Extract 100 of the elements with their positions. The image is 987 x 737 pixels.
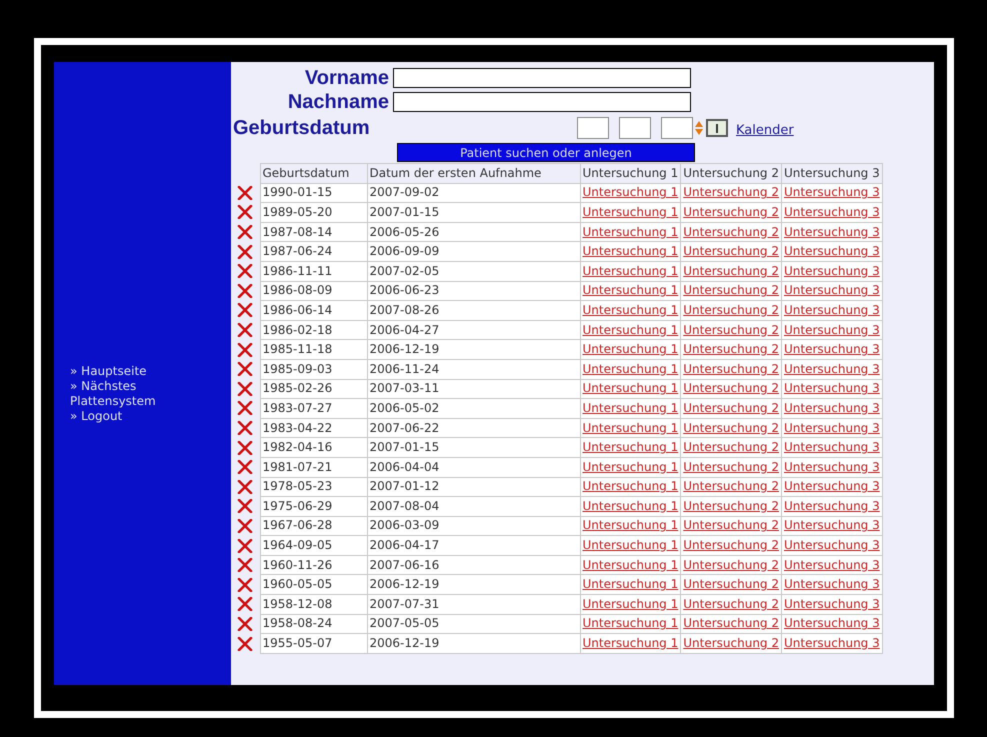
- delete-icon[interactable]: [237, 538, 253, 553]
- exam-link[interactable]: Untersuchung 2: [680, 183, 782, 203]
- exam-link[interactable]: Untersuchung 2: [680, 359, 782, 380]
- delete-icon[interactable]: [237, 342, 253, 357]
- exam-link[interactable]: Untersuchung 1: [580, 477, 681, 497]
- exam-link[interactable]: Untersuchung 3: [782, 574, 882, 595]
- exam-link[interactable]: Untersuchung 1: [580, 536, 681, 556]
- text-input[interactable]: [393, 68, 691, 88]
- year-input[interactable]: [661, 117, 693, 139]
- exam-link[interactable]: Untersuchung 2: [680, 555, 782, 575]
- nav-link[interactable]: » Hauptseite: [70, 364, 190, 378]
- exam-link[interactable]: Untersuchung 2: [680, 242, 782, 262]
- exam-link[interactable]: Untersuchung 2: [680, 222, 782, 242]
- delete-icon[interactable]: [237, 205, 253, 220]
- calendar-link[interactable]: Kalender: [736, 121, 794, 141]
- exam-link[interactable]: Untersuchung 1: [580, 418, 681, 438]
- exam-link[interactable]: Untersuchung 3: [782, 457, 882, 477]
- exam-link[interactable]: Untersuchung 3: [782, 516, 882, 536]
- exam-link[interactable]: Untersuchung 2: [680, 536, 782, 556]
- delete-icon[interactable]: [237, 578, 253, 592]
- exam-link[interactable]: Untersuchung 1: [580, 398, 681, 418]
- delete-icon[interactable]: [237, 284, 253, 298]
- exam-link[interactable]: Untersuchung 3: [782, 242, 882, 262]
- delete-icon[interactable]: [237, 518, 253, 533]
- exam-link[interactable]: Untersuchung 2: [680, 438, 782, 458]
- exam-link[interactable]: Untersuchung 1: [580, 202, 681, 222]
- delete-icon[interactable]: [237, 616, 253, 631]
- delete-icon[interactable]: [237, 597, 253, 612]
- exam-link[interactable]: Untersuchung 1: [580, 359, 681, 380]
- exam-link[interactable]: Untersuchung 3: [782, 614, 882, 634]
- exam-link[interactable]: Untersuchung 3: [782, 320, 882, 340]
- exam-link[interactable]: Untersuchung 2: [680, 477, 782, 497]
- exam-link[interactable]: Untersuchung 3: [782, 477, 882, 497]
- exam-link[interactable]: Untersuchung 2: [680, 457, 782, 477]
- spinner-icon[interactable]: [695, 120, 703, 136]
- calendar-button[interactable]: [706, 119, 728, 137]
- exam-link[interactable]: Untersuchung 1: [580, 340, 681, 360]
- exam-link[interactable]: Untersuchung 3: [782, 418, 882, 438]
- delete-icon[interactable]: [237, 225, 253, 240]
- exam-link[interactable]: Untersuchung 1: [580, 281, 681, 301]
- exam-link[interactable]: Untersuchung 3: [782, 281, 882, 301]
- exam-link[interactable]: Untersuchung 1: [580, 574, 681, 595]
- exam-link[interactable]: Untersuchung 2: [680, 614, 782, 634]
- exam-link[interactable]: Untersuchung 2: [680, 634, 782, 654]
- exam-link[interactable]: Untersuchung 1: [580, 261, 681, 282]
- exam-link[interactable]: Untersuchung 3: [782, 340, 882, 360]
- exam-link[interactable]: Untersuchung 3: [782, 496, 882, 516]
- exam-link[interactable]: Untersuchung 2: [680, 496, 782, 516]
- exam-link[interactable]: Untersuchung 1: [580, 594, 681, 614]
- exam-link[interactable]: Untersuchung 1: [580, 379, 681, 399]
- exam-link[interactable]: Untersuchung 3: [782, 261, 882, 282]
- delete-icon[interactable]: [237, 186, 253, 200]
- exam-link[interactable]: Untersuchung 2: [680, 320, 782, 340]
- exam-link[interactable]: Untersuchung 2: [680, 261, 782, 282]
- delete-icon[interactable]: [237, 499, 253, 514]
- exam-link[interactable]: Untersuchung 2: [680, 574, 782, 595]
- exam-link[interactable]: Untersuchung 1: [580, 183, 681, 203]
- exam-link[interactable]: Untersuchung 3: [782, 183, 882, 203]
- exam-link[interactable]: Untersuchung 3: [782, 300, 882, 320]
- exam-link[interactable]: Untersuchung 2: [680, 340, 782, 360]
- exam-link[interactable]: Untersuchung 1: [580, 242, 681, 262]
- exam-link[interactable]: Untersuchung 1: [580, 300, 681, 320]
- delete-icon[interactable]: [237, 440, 253, 455]
- exam-link[interactable]: Untersuchung 2: [680, 418, 782, 438]
- exam-link[interactable]: Untersuchung 2: [680, 379, 782, 399]
- delete-icon[interactable]: [237, 460, 253, 474]
- delete-icon[interactable]: [237, 264, 253, 278]
- exam-link[interactable]: Untersuchung 1: [580, 320, 681, 340]
- delete-icon[interactable]: [237, 323, 253, 338]
- exam-link[interactable]: Untersuchung 2: [680, 594, 782, 614]
- nav-link[interactable]: » Nächstes Plattensystem: [70, 378, 190, 408]
- delete-icon[interactable]: [237, 480, 253, 494]
- month-input[interactable]: [619, 117, 651, 139]
- exam-link[interactable]: Untersuchung 3: [782, 438, 882, 458]
- delete-icon[interactable]: [237, 401, 253, 416]
- text-input[interactable]: [393, 92, 691, 112]
- exam-link[interactable]: Untersuchung 2: [680, 300, 782, 320]
- nav-link[interactable]: » Logout: [70, 408, 190, 424]
- exam-link[interactable]: Untersuchung 1: [580, 222, 681, 242]
- exam-link[interactable]: Untersuchung 1: [580, 516, 681, 536]
- exam-link[interactable]: Untersuchung 3: [782, 359, 882, 380]
- exam-link[interactable]: Untersuchung 2: [680, 516, 782, 536]
- exam-link[interactable]: Untersuchung 1: [580, 457, 681, 477]
- exam-link[interactable]: Untersuchung 3: [782, 634, 882, 654]
- exam-link[interactable]: Untersuchung 1: [580, 496, 681, 516]
- exam-link[interactable]: Untersuchung 2: [680, 398, 782, 418]
- search-button[interactable]: Patient suchen oder anlegen: [397, 143, 695, 162]
- delete-icon[interactable]: [237, 244, 253, 259]
- exam-link[interactable]: Untersuchung 3: [782, 536, 882, 556]
- exam-link[interactable]: Untersuchung 1: [580, 614, 681, 634]
- exam-link[interactable]: Untersuchung 3: [782, 222, 882, 242]
- delete-icon[interactable]: [237, 362, 253, 376]
- delete-icon[interactable]: [237, 382, 253, 396]
- exam-link[interactable]: Untersuchung 3: [782, 202, 882, 222]
- delete-icon[interactable]: [237, 558, 253, 572]
- exam-link[interactable]: Untersuchung 1: [580, 555, 681, 575]
- delete-icon[interactable]: [237, 303, 253, 318]
- exam-link[interactable]: Untersuchung 3: [782, 379, 882, 399]
- exam-link[interactable]: Untersuchung 3: [782, 398, 882, 418]
- delete-icon[interactable]: [237, 421, 253, 436]
